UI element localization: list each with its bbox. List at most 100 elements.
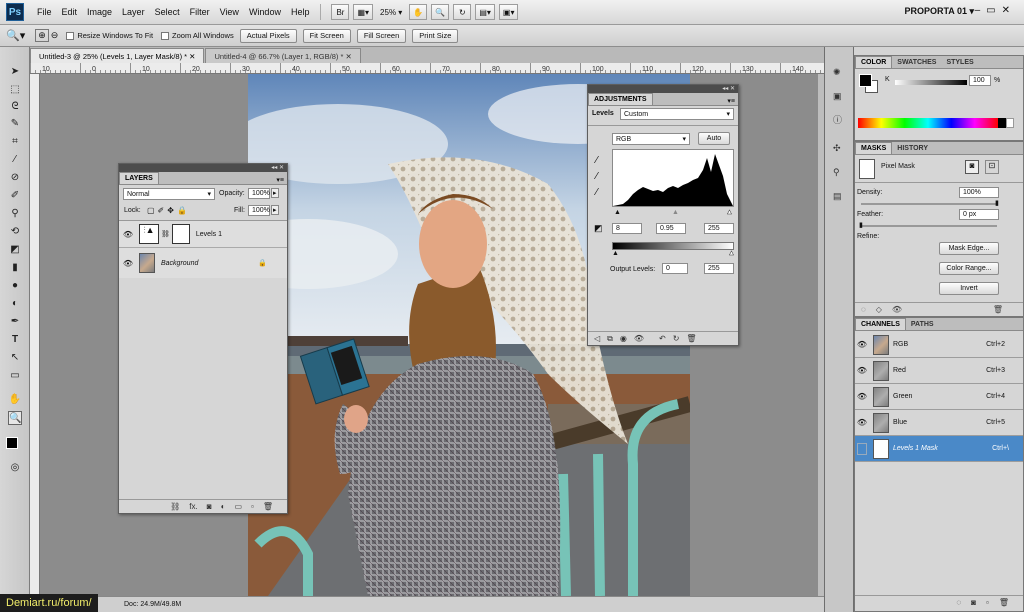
channel-dropdown[interactable]: RGB ▾: [612, 133, 690, 145]
print-size-button[interactable]: Print Size: [412, 28, 459, 43]
white-swatch[interactable]: [1006, 118, 1014, 128]
black-swatch[interactable]: [998, 118, 1006, 128]
new-channel-icon[interactable]: ▫: [986, 598, 989, 607]
gamma-input-handle[interactable]: ▲: [672, 209, 679, 216]
path-selection-tool-icon[interactable]: ↖: [8, 351, 22, 365]
input-black-field[interactable]: 8: [612, 223, 642, 234]
visibility-eye-icon[interactable]: 👁: [634, 334, 644, 343]
tab-color[interactable]: COLOR: [855, 56, 893, 68]
tab-untitled-4[interactable]: Untitled-4 @ 66.7% (Layer 1, RGB/8) * ✕: [205, 48, 361, 63]
visibility-eye-icon[interactable]: 👁: [855, 366, 869, 375]
panel-menu-icon[interactable]: ▾≡: [276, 176, 287, 184]
visibility-eye-icon[interactable]: 👁: [892, 305, 902, 314]
output-black-field[interactable]: 0: [662, 263, 688, 274]
tab-channels[interactable]: CHANNELS: [855, 318, 906, 330]
quick-selection-tool-icon[interactable]: ✎: [8, 117, 22, 131]
brush-tool-icon[interactable]: ✐: [8, 189, 22, 203]
zoom-in-icon[interactable]: ⊕: [35, 29, 49, 42]
history-brush-tool-icon[interactable]: ⟲: [8, 225, 22, 239]
lock-icons[interactable]: ▢✐✥🔒: [147, 206, 190, 215]
quick-mask-icon[interactable]: ◎: [8, 461, 22, 475]
visibility-eye-icon[interactable]: 👁: [855, 418, 869, 427]
output-white-field[interactable]: 255: [704, 263, 734, 274]
tab-swatches[interactable]: SWATCHES: [892, 56, 941, 68]
tab-layers[interactable]: LAYERS: [119, 172, 159, 184]
gradient-tool-icon[interactable]: ▮: [8, 261, 22, 275]
checkbox-box[interactable]: [161, 31, 170, 40]
auto-button[interactable]: Auto: [698, 132, 730, 145]
channel-row-levels-mask[interactable]: Levels 1 Mask Ctrl+\: [855, 436, 1023, 462]
visibility-toggle[interactable]: [857, 442, 867, 455]
pen-tool-icon[interactable]: ✒: [8, 315, 22, 329]
zoom-tool-icon[interactable]: 🔍: [431, 4, 450, 20]
panel-header-bar[interactable]: ◂◂ ✕: [588, 85, 738, 93]
output-black-handle[interactable]: ▲: [612, 250, 619, 257]
view-previous-icon[interactable]: ↶: [659, 334, 666, 343]
adjustment-layer-icon[interactable]: ◐: [221, 502, 226, 511]
maximize-icon[interactable]: ▭: [986, 5, 1001, 16]
channel-row-rgb[interactable]: 👁 RGB Ctrl+2: [855, 332, 1023, 358]
zoom-tool-icon[interactable]: 🔍: [8, 411, 22, 425]
visibility-eye-icon[interactable]: 👁: [121, 230, 135, 239]
zoom-tool-preset-icon[interactable]: 🔍▾: [6, 29, 25, 42]
black-point-eyedropper-icon[interactable]: ⁄: [596, 155, 598, 166]
k-value-field[interactable]: 100: [969, 75, 991, 86]
channel-row-red[interactable]: 👁 Red Ctrl+3: [855, 358, 1023, 384]
resize-windows-checkbox[interactable]: Resize Windows To Fit: [66, 31, 153, 40]
density-slider-handle[interactable]: ▮: [995, 199, 999, 207]
expand-view-icon[interactable]: ⧉: [607, 334, 613, 344]
blend-mode-dropdown[interactable]: Normal ▾: [123, 188, 215, 200]
channel-row-green[interactable]: 👁 Green Ctrl+4: [855, 384, 1023, 410]
add-mask-icon[interactable]: ◙: [207, 502, 212, 511]
layer-name[interactable]: Background: [161, 260, 198, 267]
menu-image[interactable]: Image: [82, 7, 117, 17]
new-layer-icon[interactable]: ▫: [251, 502, 254, 511]
channel-row-blue[interactable]: 👁 Blue Ctrl+5: [855, 410, 1023, 436]
density-slider[interactable]: [861, 203, 997, 205]
marquee-tool-icon[interactable]: ⬚: [8, 83, 22, 97]
minimize-icon[interactable]: –: [975, 5, 987, 16]
eyedropper-tool-icon[interactable]: ⁄: [8, 153, 22, 167]
notes-icon[interactable]: ▤: [833, 191, 842, 202]
trash-icon[interactable]: 🗑: [999, 598, 1009, 607]
workspace-switcher[interactable]: PROPORTA 01 ▾: [904, 6, 974, 17]
opacity-field[interactable]: 100%: [248, 188, 270, 199]
layer-row[interactable]: 👁 Background 🔒: [119, 249, 287, 277]
fit-screen-button[interactable]: Fit Screen: [302, 28, 351, 43]
zoom-out-icon[interactable]: ⊖: [51, 30, 59, 41]
eraser-tool-icon[interactable]: ◩: [8, 243, 22, 257]
tab-paths[interactable]: PATHS: [906, 318, 939, 330]
close-icon[interactable]: ✕: [1002, 5, 1016, 16]
foreground-color-swatch[interactable]: [859, 74, 872, 87]
zoom-level-dropdown[interactable]: 25% ▾: [377, 4, 405, 20]
back-arrow-icon[interactable]: ◁: [594, 334, 600, 343]
visibility-eye-icon[interactable]: 👁: [855, 340, 869, 349]
input-gamma-field[interactable]: 0.95: [656, 223, 686, 234]
type-tool-icon[interactable]: T: [8, 333, 22, 347]
actual-pixels-button[interactable]: Actual Pixels: [239, 28, 297, 43]
shape-tool-icon[interactable]: ▭: [8, 369, 22, 383]
color-panel-icon[interactable]: ✺: [833, 67, 841, 78]
panel-header-bar[interactable]: ◂◂ ✕: [119, 164, 287, 172]
clone-source-icon[interactable]: ⚲: [833, 167, 840, 178]
delete-icon[interactable]: 🗑: [686, 334, 696, 343]
pixel-mask-icon[interactable]: ◙: [965, 160, 979, 174]
collapse-icon[interactable]: ◂◂ ✕: [722, 85, 735, 92]
vector-mask-icon[interactable]: ⊡: [985, 160, 999, 174]
layer-row[interactable]: 👁 ⫶▲ ⛓ Levels 1: [119, 221, 287, 248]
menu-view[interactable]: View: [215, 7, 244, 17]
clip-to-layer-icon[interactable]: ◉: [620, 334, 627, 343]
menu-edit[interactable]: Edit: [57, 7, 83, 17]
info-icon[interactable]: ⓘ: [833, 113, 842, 126]
visibility-eye-icon[interactable]: 👁: [121, 259, 135, 268]
white-point-eyedropper-icon[interactable]: ⁄: [596, 187, 598, 198]
k-slider[interactable]: [895, 80, 967, 85]
layer-mask-thumbnail[interactable]: [171, 224, 190, 244]
tab-adjustments[interactable]: ADJUSTMENTS: [588, 93, 653, 105]
clipping-icon[interactable]: ◩: [594, 223, 603, 234]
fill-screen-button[interactable]: Fill Screen: [356, 28, 407, 43]
menu-help[interactable]: Help: [286, 7, 315, 17]
fill-field[interactable]: 100%: [248, 205, 270, 216]
screen-mode-icon[interactable]: ▣▾: [498, 4, 519, 20]
color-spectrum[interactable]: [858, 118, 998, 128]
